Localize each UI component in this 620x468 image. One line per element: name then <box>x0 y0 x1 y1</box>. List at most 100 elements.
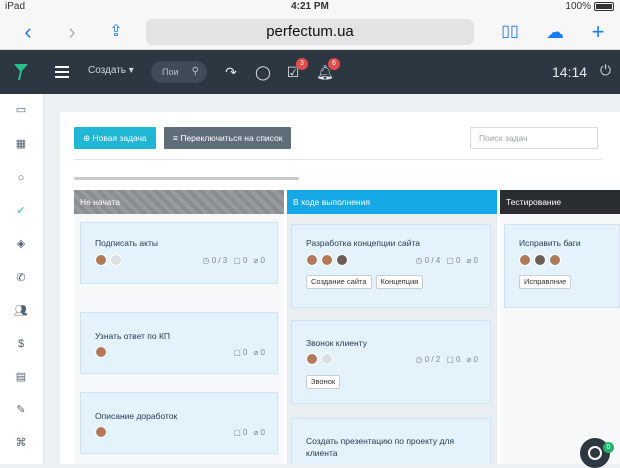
comment-count: 0 <box>243 348 248 357</box>
avatar <box>321 254 333 266</box>
monitor-icon[interactable]: ▭ <box>13 102 29 118</box>
bookmarks-icon[interactable]: ▯▯ <box>498 20 522 44</box>
app-top-bar: Создать ▾ Пои ⚲ ↷ ◯ ☑ 3 🔔︎ 6 14:14 ⏻ <box>0 50 620 94</box>
avatar <box>306 254 318 266</box>
left-sidebar: ▭ ▦ ○ ✓ ◈ ✆ 👥︎ $ ▤ ✎ ⌘ <box>0 94 44 464</box>
checklist-icon: ◷ 0 / 2 <box>415 355 441 364</box>
avatar <box>336 254 348 266</box>
new-task-button[interactable]: ⊕ Новая задача <box>74 127 156 149</box>
create-label: Создать <box>88 65 127 76</box>
task-card[interactable]: Звонок клиенту ◷ 0 / 2 ▢ 0 ⌀ 0 Звонок <box>291 320 491 404</box>
create-dropdown[interactable]: Создать ▾ <box>88 65 134 76</box>
address-bar[interactable]: perfectum.ua <box>146 19 474 45</box>
comment-icon: ▢ 0 <box>446 355 461 364</box>
comment-icon: ▢ 0 <box>233 428 248 437</box>
task-search-placeholder: Поиск задач <box>479 133 528 143</box>
attachment-count: 0 <box>473 355 478 364</box>
task-card[interactable]: Разработка концепции сайта ◷ 0 / 4 ▢ 0 ⌀… <box>291 224 491 308</box>
browser-toolbar: ‹ › ⇪ perfectum.ua ▯▯ ☁ + <box>0 14 620 50</box>
comment-icon: ▢ 0 <box>446 256 461 265</box>
document-icon[interactable]: ▤ <box>13 369 29 385</box>
dollar-icon[interactable]: $ <box>13 336 29 352</box>
tasks-check-icon[interactable]: ✓ <box>13 203 29 219</box>
menu-icon[interactable] <box>55 66 69 78</box>
avatar <box>95 346 107 358</box>
attachment-icon: ⌀ 0 <box>253 256 266 265</box>
comment-icon: ▢ 0 <box>233 348 248 357</box>
tag[interactable]: Создание сайта <box>306 275 372 289</box>
new-tab-icon[interactable]: + <box>586 20 610 44</box>
kanban-panel: ⊕ Новая задача ≡ Переключиться на список… <box>60 112 620 464</box>
task-card[interactable]: Описание доработок ▢ 0 ⌀ 0 <box>80 392 278 454</box>
assignees <box>95 346 107 358</box>
column-in-progress: Разработка концепции сайта ◷ 0 / 4 ▢ 0 ⌀… <box>287 214 497 464</box>
task-title: Разработка концепции сайта <box>306 238 420 248</box>
attachment-icon: ⌀ 0 <box>253 348 266 357</box>
notifications-badge: 6 <box>328 58 340 70</box>
task-card[interactable]: Узнать ответ по КП ▢ 0 ⌀ 0 <box>80 312 278 374</box>
task-title: Звонок клиенту <box>306 338 367 348</box>
clock: 14:14 <box>552 64 588 80</box>
task-card[interactable]: Подписать акты ◷ 0 / 3 ▢ 0 ⌀ 0 <box>80 222 278 284</box>
column-header-in-progress: В ходе выполнения <box>287 190 497 214</box>
switch-list-label: Переключиться на список <box>180 133 283 143</box>
task-title: Узнать ответ по КП <box>95 331 171 341</box>
column-testing: Исправить баги Исправлние <box>500 214 620 464</box>
task-meta: ◷ 0 / 3 ▢ 0 ⌀ 0 <box>202 256 265 265</box>
chat-icon[interactable]: ◯ <box>254 63 272 81</box>
avatar <box>534 254 546 266</box>
switch-to-list-button[interactable]: ≡ Переключиться на список <box>164 127 292 149</box>
task-title: Создать презентацию по проекту для клиен… <box>306 436 455 458</box>
task-meta: ◷ 0 / 4 ▢ 0 ⌀ 0 <box>415 256 478 265</box>
phone-icon[interactable]: ✆ <box>13 270 29 286</box>
task-tags: Звонок <box>306 375 341 389</box>
attachment-icon: ⌀ 0 <box>466 355 479 364</box>
chat-bubble-icon[interactable]: ○ <box>13 170 29 186</box>
attachment-count: 0 <box>260 348 265 357</box>
comment-count: 0 <box>456 355 461 364</box>
task-card[interactable]: Создать презентацию по проекту для клиен… <box>291 418 491 464</box>
comment-count: 0 <box>243 428 248 437</box>
tasks-icon[interactable]: ☑ 3 <box>284 58 308 81</box>
forward-icon[interactable]: › <box>60 20 84 44</box>
share-icon[interactable]: ⇪ <box>104 20 128 44</box>
help-badge: 0 <box>603 442 614 453</box>
assignees <box>95 426 107 438</box>
calendar-icon[interactable]: ▦ <box>13 136 29 152</box>
assignees <box>95 254 122 266</box>
task-meta: ◷ 0 / 2 ▢ 0 ⌀ 0 <box>415 355 478 364</box>
avatar <box>519 254 531 266</box>
attachment-count: 0 <box>473 256 478 265</box>
checklist-count: 0 / 2 <box>424 355 441 364</box>
tag[interactable]: Звонок <box>306 375 341 389</box>
task-meta: ▢ 0 ⌀ 0 <box>233 348 265 357</box>
global-search-input[interactable]: Пои ⚲ <box>151 61 207 83</box>
command-icon[interactable]: ⌘ <box>13 435 29 451</box>
task-title: Подписать акты <box>95 238 158 248</box>
tag[interactable]: Концепция <box>375 275 424 289</box>
users-icon[interactable]: 👥︎ <box>13 303 29 319</box>
cloud-icon[interactable]: ☁ <box>543 20 567 44</box>
assignees <box>306 353 333 365</box>
tag[interactable]: Исправлние <box>519 275 572 289</box>
horizontal-scrollbar[interactable] <box>74 177 299 180</box>
edit-icon[interactable]: ✎ <box>13 402 29 418</box>
checklist-count: 0 / 4 <box>424 256 441 265</box>
back-icon[interactable]: ‹ <box>16 20 40 44</box>
redo-icon[interactable]: ↷ <box>222 63 240 81</box>
layers-icon[interactable]: ◈ <box>13 236 29 252</box>
avatar <box>321 353 333 365</box>
task-card[interactable]: Исправить баги Исправлние <box>504 224 620 308</box>
task-tags: Создание сайта Концепция <box>306 275 424 289</box>
task-search-input[interactable]: Поиск задач <box>470 127 598 149</box>
chevron-down-icon: ▾ <box>128 65 134 76</box>
ios-status-bar: iPad 4:21 PM 100% <box>0 0 620 14</box>
task-title: Исправить баги <box>519 238 581 248</box>
column-not-started: Подписать акты ◷ 0 / 3 ▢ 0 ⌀ 0 Узнать от… <box>74 214 284 464</box>
perfectum-logo[interactable] <box>12 62 30 82</box>
bell-icon[interactable]: 🔔︎ 6 <box>316 58 340 81</box>
comment-count: 0 <box>456 256 461 265</box>
power-icon[interactable]: ⏻ <box>600 62 611 79</box>
search-placeholder: Пои <box>162 67 179 77</box>
battery-percent: 100% <box>565 1 591 12</box>
